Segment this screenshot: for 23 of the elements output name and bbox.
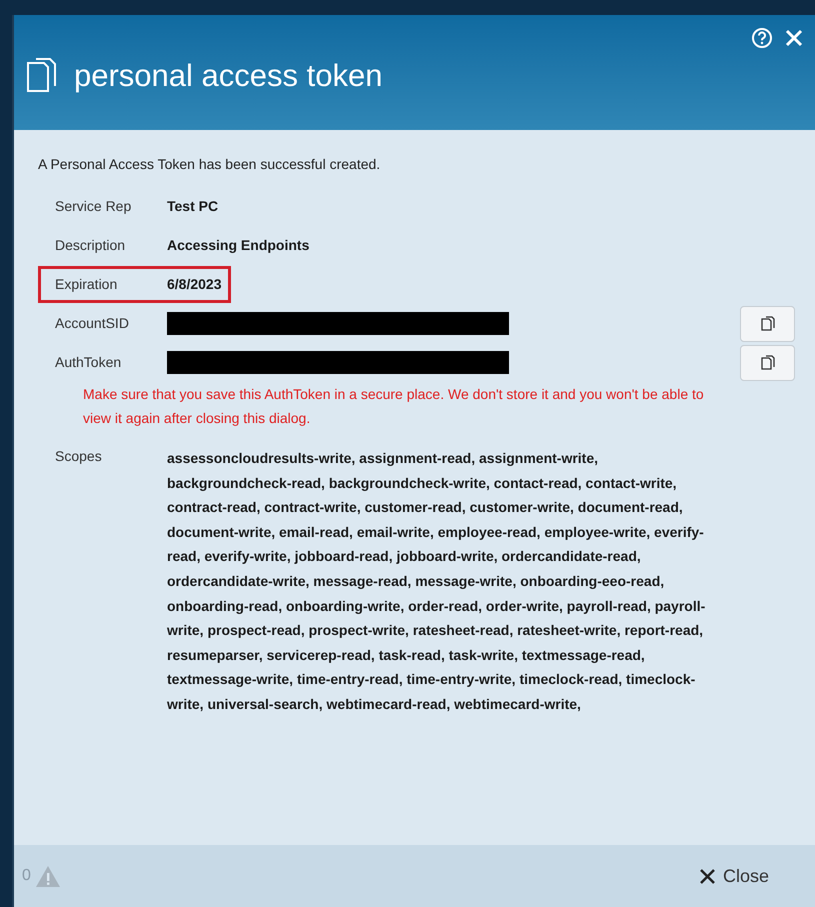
field-label: Description bbox=[55, 236, 126, 255]
copy-button[interactable] bbox=[740, 344, 795, 380]
field-label: Scopes bbox=[55, 447, 103, 466]
scopes-list: assessoncloudresults-write, assignment-read, assignment-write, backgroundcheck-read, backgroundcheck-write, contact-read, contact-write, contract-read, contract-write, customer-read, customer-write, document-read, document-write, email-read, email-write, employee-read, employee-write, everify-read, everify-write, jobboard-read, jobboard-write, ordercandidate-read, ordercandidate-write, message-read, message-write, onboarding-eeo-read, onboarding-read, onboarding-write, order-read, order-write, payroll-read, payroll-write, prospect-read, prospect-write, ratesheet-read, ratesheet-write, report-read, resumeparser, servicerep-read, task-read, task-write, textmessage-read, textmessage-write, time-entry-read, time-entry-write, timeclock-read, timeclock-write, universal-search, webtimecard-read, webtimecard-write, bbox=[167, 446, 723, 717]
field-value: 6/8/2023 bbox=[167, 275, 222, 294]
field-label: Service Rep bbox=[55, 197, 132, 216]
copy-button[interactable] bbox=[740, 306, 795, 342]
alert-count: 0 bbox=[22, 866, 31, 886]
field-label: Expiration bbox=[55, 275, 118, 294]
close-icon[interactable] bbox=[785, 29, 803, 47]
field-value: Test PC bbox=[167, 197, 218, 216]
dialog-title: personal access token bbox=[74, 60, 382, 90]
success-message: A Personal Access Token has been successful created. bbox=[38, 155, 382, 174]
help-icon[interactable] bbox=[751, 27, 773, 49]
field-label: AccountSID bbox=[55, 314, 130, 333]
close-icon bbox=[700, 868, 715, 884]
warning-message: Make sure that you save this AuthToken in a secure place. We don't store it and you won't be able to view it again after closing this dialog. bbox=[83, 385, 705, 428]
copy-icon bbox=[760, 316, 774, 331]
document-icon bbox=[26, 57, 58, 93]
close-button[interactable]: Close bbox=[700, 862, 769, 890]
copy-icon bbox=[760, 355, 774, 370]
field-label: AuthToken bbox=[55, 353, 122, 372]
field-value: Accessing Endpoints bbox=[167, 236, 310, 255]
